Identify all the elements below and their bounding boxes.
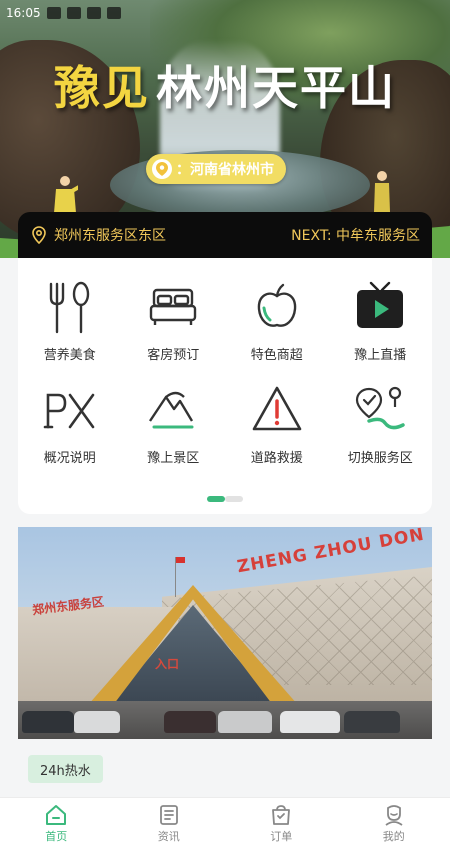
feature-menu-grid: 营养美食 客房预订 特色商超 豫上直播 概况说明 豫上景区 道路救援 切换服务区 bbox=[18, 280, 432, 466]
tv-play-icon bbox=[353, 280, 407, 334]
tab-home[interactable]: 首页 bbox=[0, 798, 113, 850]
warning-icon bbox=[250, 383, 304, 437]
fork-spoon-icon bbox=[43, 280, 97, 334]
location-outline-icon bbox=[32, 226, 46, 244]
car-icon bbox=[218, 711, 272, 733]
status-bar: 16:05 bbox=[0, 0, 450, 26]
tab-news[interactable]: 资讯 bbox=[113, 798, 226, 850]
car-icon bbox=[280, 711, 340, 733]
app-icon bbox=[106, 7, 121, 19]
tab-profile[interactable]: 我的 bbox=[338, 798, 450, 850]
menu-item-specialty-store[interactable]: 特色商超 bbox=[225, 280, 329, 363]
current-service-area-label: 郑州东服务区东区 bbox=[54, 228, 166, 244]
menu-item-label: 特色商超 bbox=[250, 348, 303, 363]
service-area-photo[interactable]: ZHENG ZHOU DON 郑州东服务区 入口 bbox=[18, 527, 432, 739]
tab-label: 资讯 bbox=[157, 830, 180, 843]
feature-menu-card: 营养美食 客房预订 特色商超 豫上直播 概况说明 豫上景区 道路救援 切换服务区 bbox=[18, 258, 432, 514]
menu-item-label: 豫上景区 bbox=[147, 451, 200, 466]
menu-item-food[interactable]: 营养美食 bbox=[18, 280, 122, 363]
car-icon bbox=[344, 711, 400, 733]
location-pill: ：河南省林州市 bbox=[146, 154, 286, 184]
profile-icon bbox=[385, 805, 403, 826]
flag-icon bbox=[175, 557, 185, 597]
tab-label: 我的 bbox=[382, 830, 405, 843]
car-icon bbox=[74, 711, 120, 733]
pager-dot-active bbox=[207, 496, 225, 502]
hero-title-part2: 林州天平山 bbox=[156, 61, 396, 115]
tab-orders[interactable]: 订单 bbox=[225, 798, 338, 850]
current-service-area[interactable]: 郑州东服务区东区 bbox=[32, 225, 166, 245]
car-icon bbox=[22, 711, 74, 733]
route-pin-icon bbox=[353, 383, 407, 437]
bed-icon bbox=[146, 280, 200, 334]
menu-item-label: 客房预订 bbox=[147, 348, 200, 363]
amenity-tag: 24h热水 bbox=[28, 755, 103, 783]
status-time: 16:05 bbox=[6, 6, 41, 20]
menu-pager bbox=[207, 496, 243, 502]
tab-label: 订单 bbox=[270, 830, 293, 843]
service-area-bar[interactable]: 郑州东服务区东区 NEXT: 中牟东服务区 bbox=[18, 212, 432, 258]
menu-item-room-booking[interactable]: 客房预订 bbox=[122, 280, 226, 363]
photo-sign-entrance: 入口 bbox=[155, 657, 180, 671]
menu-item-label: 豫上直播 bbox=[354, 348, 407, 363]
menu-item-label: 概况说明 bbox=[43, 451, 96, 466]
hero-title: 豫见 林州天平山 bbox=[0, 52, 450, 118]
menu-item-label: 道路救援 bbox=[250, 451, 303, 466]
home-icon bbox=[46, 805, 67, 825]
bottom-tab-bar: 首页 资讯 订单 我的 bbox=[0, 797, 450, 850]
menu-item-label: 切换服务区 bbox=[347, 451, 413, 466]
px-icon bbox=[43, 383, 97, 437]
mountain-icon bbox=[146, 383, 200, 437]
notification-icon bbox=[46, 7, 61, 19]
location-pin-icon bbox=[152, 159, 172, 179]
order-bag-icon bbox=[272, 805, 291, 825]
apple-icon bbox=[250, 280, 304, 334]
menu-item-live-stream[interactable]: 豫上直播 bbox=[329, 280, 433, 363]
menu-item-overview[interactable]: 概况说明 bbox=[18, 383, 122, 466]
next-service-area[interactable]: NEXT: 中牟东服务区 bbox=[291, 225, 420, 245]
mascot-left-icon bbox=[54, 176, 78, 213]
pager-dot bbox=[225, 496, 243, 502]
tab-label: 首页 bbox=[45, 830, 68, 843]
menu-item-road-rescue[interactable]: 道路救援 bbox=[225, 383, 329, 466]
car-icon bbox=[164, 711, 216, 733]
news-icon bbox=[159, 805, 178, 825]
menu-item-switch-service-area[interactable]: 切换服务区 bbox=[329, 383, 433, 466]
hero-title-part1: 豫见 bbox=[54, 61, 150, 115]
menu-item-scenic-area[interactable]: 豫上景区 bbox=[122, 383, 226, 466]
font-icon bbox=[66, 7, 81, 19]
location-text: ：河南省林州市 bbox=[176, 162, 274, 178]
mascot-right-icon bbox=[374, 171, 390, 212]
mail-icon bbox=[86, 7, 101, 19]
menu-item-label: 营养美食 bbox=[43, 348, 96, 363]
